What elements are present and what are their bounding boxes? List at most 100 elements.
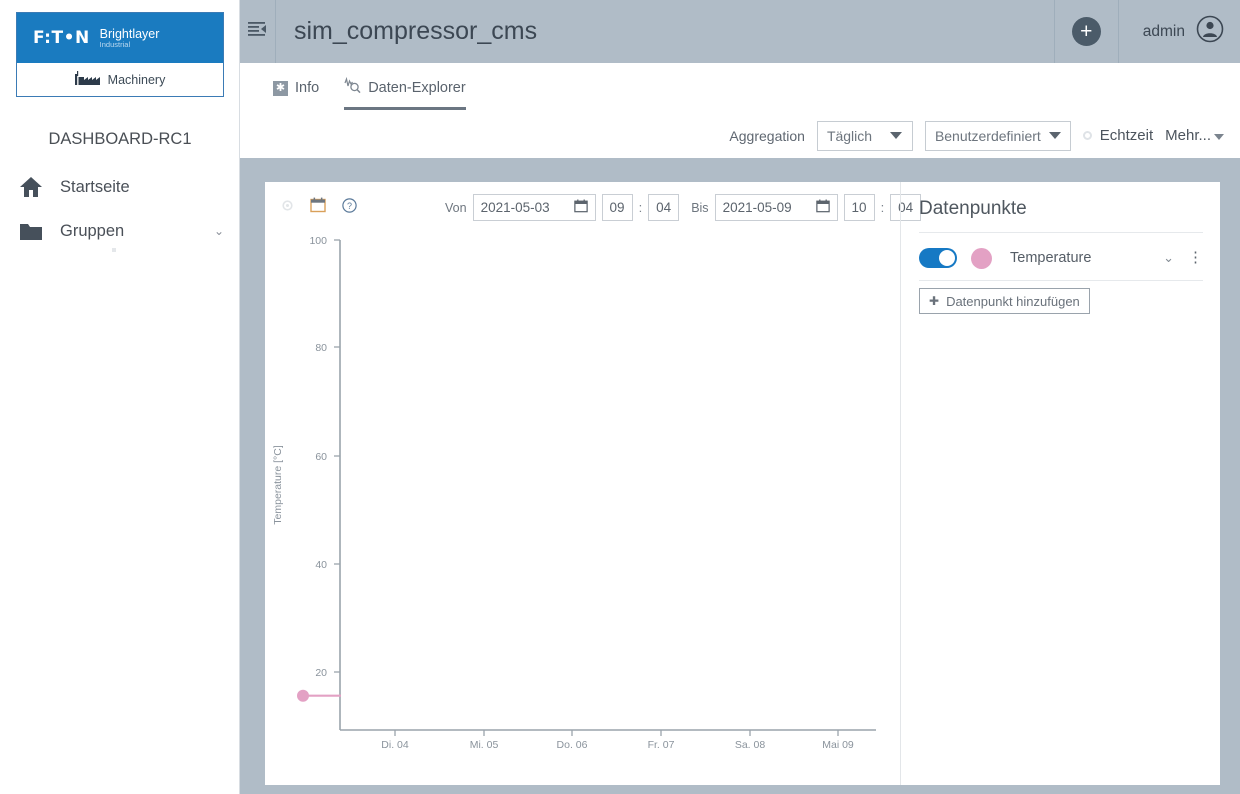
sidebar-partial-item-marker	[112, 248, 116, 252]
datapoint-row[interactable]: Temperature ⌄ ⋮	[919, 238, 1203, 278]
from-date-value: 2021-05-03	[480, 200, 550, 215]
to-label: Bis	[691, 200, 709, 215]
time-separator: :	[638, 200, 643, 215]
chevron-down-icon	[890, 132, 903, 139]
chevron-down-icon[interactable]: ⌄	[214, 224, 224, 238]
page-title: sim_compressor_cms	[294, 17, 538, 45]
app-header: sim_compressor_cms + admin	[240, 0, 1240, 63]
tab-daten-explorer[interactable]: Daten-Explorer	[344, 63, 466, 113]
datapoint-name: Temperature	[1010, 250, 1092, 266]
tab-info[interactable]: ✱ Info	[273, 63, 319, 113]
plus-icon: +	[1071, 17, 1101, 46]
y-axis-label: Temperature [°C]	[272, 445, 284, 525]
brand-subtitle: Industrial	[99, 39, 131, 49]
radio-icon	[1082, 131, 1092, 140]
to-hour-input[interactable]: 10	[843, 194, 875, 221]
chevron-down-icon	[1214, 134, 1224, 140]
datapoints-title: Datenpunkte	[919, 198, 1027, 219]
brand-logo[interactable]: F:T•N Brightlayer Industrial Machinery	[16, 12, 224, 97]
info-square-icon: ✱	[273, 80, 288, 96]
app-root: F:T•N Brightlayer Industrial Machinery D…	[0, 0, 1240, 794]
tab-label: Daten-Explorer	[368, 80, 466, 96]
more-menu[interactable]: Mehr...	[1165, 127, 1224, 144]
help-circle-icon[interactable]: ?	[340, 196, 358, 214]
svg-text:Do. 06: Do. 06	[557, 739, 588, 751]
sidebar-item-startseite[interactable]: Startseite	[0, 165, 240, 209]
svg-text:Sa. 08: Sa. 08	[735, 739, 766, 751]
timerange-value: Benutzerdefiniert	[934, 127, 1041, 144]
sidebar-item-label: Startseite	[60, 177, 130, 196]
chart-card: ? Von 2021-05-03 09 : 04 Bis 2021-05-09 …	[265, 182, 1220, 785]
more-label: Mehr...	[1165, 127, 1211, 144]
tab-bar: ✱ Info Daten-Explorer	[240, 63, 1240, 113]
svg-text:Di. 04: Di. 04	[381, 739, 409, 751]
kebab-menu-icon[interactable]: ⋮	[1188, 250, 1203, 265]
svg-text:Mai 09: Mai 09	[822, 739, 854, 751]
active-tab-indicator	[344, 107, 466, 110]
aggregation-label: Aggregation	[729, 127, 805, 144]
datapoint-toggle[interactable]	[919, 248, 957, 268]
sidebar-item-label: Gruppen	[60, 221, 125, 240]
aggregation-value: Täglich	[826, 127, 873, 144]
timerange-select[interactable]: Benutzerdefiniert	[924, 120, 1071, 151]
realtime-label: Echtzeit	[1099, 127, 1154, 144]
brand-logo-bottom: Machinery	[17, 63, 223, 96]
from-minute-input[interactable]: 04	[648, 194, 680, 221]
add-datapoint-button[interactable]: ✚ Datenpunkt hinzufügen	[919, 288, 1090, 314]
temperature-chart[interactable]: 100 80 60 40 20 Temperature [°C] Di. 04 …	[265, 226, 900, 785]
svg-text:?: ?	[346, 201, 351, 211]
calendar-icon	[573, 199, 588, 216]
chevron-down-icon[interactable]: ⌄	[1163, 250, 1174, 266]
eaton-wordmark-icon: F:T•N	[33, 28, 90, 48]
svg-text:40: 40	[315, 559, 327, 571]
collapse-menu-button[interactable]	[240, 0, 276, 63]
brightlayer-wordmark: Brightlayer Industrial	[99, 26, 160, 49]
series-temperature[interactable]	[297, 689, 341, 702]
chart-toolbar: ?	[278, 196, 358, 214]
svg-text:Fr. 07: Fr. 07	[648, 739, 675, 751]
svg-text:80: 80	[315, 342, 327, 354]
time-separator: :	[880, 200, 885, 215]
product-name: Machinery	[107, 72, 166, 87]
chevron-down-icon	[1048, 132, 1061, 139]
calendar-icon[interactable]	[309, 196, 327, 214]
collapse-menu-icon	[248, 21, 267, 42]
brand-name: Brightlayer	[99, 26, 160, 41]
to-date-input[interactable]: 2021-05-09	[714, 194, 838, 221]
add-button[interactable]: +	[1053, 0, 1119, 63]
aggregation-select[interactable]: Täglich	[816, 120, 913, 151]
plus-circle-icon: ✚	[929, 294, 940, 308]
date-range-controls: Von 2021-05-03 09 : 04 Bis 2021-05-09 10…	[445, 194, 922, 221]
folder-icon	[18, 218, 44, 244]
to-date-value: 2021-05-09	[722, 200, 792, 215]
home-icon	[18, 174, 44, 200]
realtime-toggle[interactable]: Echtzeit	[1082, 127, 1154, 144]
datapoint-color-swatch[interactable]	[971, 247, 992, 269]
add-datapoint-label: Datenpunkt hinzufügen	[946, 293, 1080, 309]
tab-label: Info	[295, 80, 320, 96]
svg-text:100: 100	[309, 235, 327, 247]
x-axis-ticks: Di. 04 Mi. 05 Do. 06 Fr. 07 Sa. 08 Mai 0…	[381, 730, 854, 751]
svg-text:20: 20	[315, 667, 327, 679]
user-avatar-icon	[1196, 15, 1224, 48]
sidebar-item-gruppen[interactable]: Gruppen ⌄	[0, 209, 240, 253]
settings-gear-icon[interactable]	[278, 196, 296, 214]
svg-text:60: 60	[315, 451, 327, 463]
datapoints-panel: Datenpunkte Temperature ⌄ ⋮ ✚ Datenpunkt…	[900, 182, 1220, 785]
calendar-icon	[815, 199, 830, 216]
from-date-input[interactable]: 2021-05-03	[472, 194, 596, 221]
data-explorer-icon	[344, 76, 361, 99]
from-label: Von	[445, 200, 467, 215]
from-hour-input[interactable]: 09	[601, 194, 633, 221]
divider	[919, 280, 1203, 281]
chart-control-bar: Aggregation Täglich Benutzerdefiniert Ec…	[240, 113, 1240, 158]
factory-icon	[74, 70, 101, 90]
user-name: admin	[1142, 22, 1185, 40]
user-menu[interactable]: admin	[1119, 15, 1240, 48]
dashboard-title: DASHBOARD-RC1	[48, 130, 192, 148]
svg-text:Mi. 05: Mi. 05	[470, 739, 499, 751]
sidebar: F:T•N Brightlayer Industrial Machinery D…	[0, 0, 240, 794]
brand-logo-top: F:T•N Brightlayer Industrial	[17, 13, 223, 63]
y-axis-ticks: 100 80 60 40 20	[309, 235, 340, 679]
divider	[919, 232, 1203, 233]
